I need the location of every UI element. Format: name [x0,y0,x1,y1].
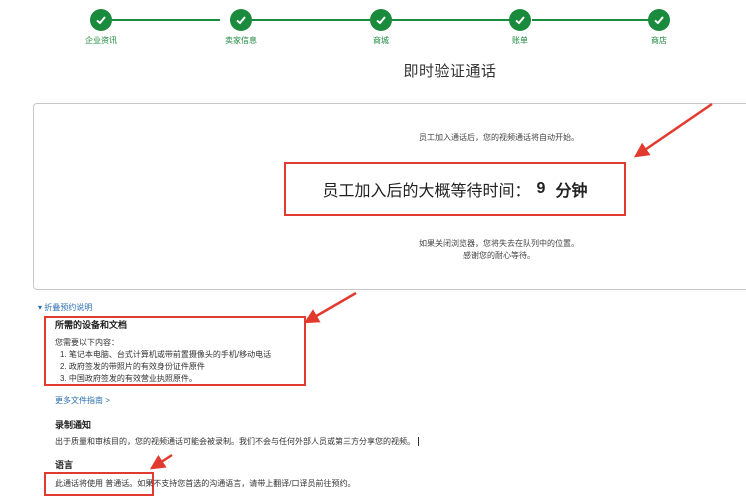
step-label: 企业资讯 [85,36,117,45]
more-docs-link[interactable]: 更多文件指南 > [55,395,110,406]
language-title: 语言 [55,460,74,470]
requirements-title: 所需的设备和文档 [55,320,128,330]
step-marketplace: 商城 [341,9,421,46]
requirement-item: 2. 政府签发的带照片的有效身份证件原件 [60,362,205,371]
call-start-notice: 员工加入通话后，您的视频通话将自动开始。 [419,133,579,142]
step-store: 商店 [619,9,699,46]
step-label: 商店 [651,36,667,45]
recording-text: 出于质量和审核目的，您的视频通话可能会被录制。我们不会与任何外部人员或第三方分享… [55,436,419,447]
collapse-instructions-link[interactable]: ▾ 折叠预约说明 [38,302,92,313]
step-billing: 账单 [480,9,560,46]
check-icon [230,9,252,31]
check-icon [90,9,112,31]
requirement-item: 1. 笔记本电脑、台式计算机或带前置摄像头的手机/移动电话 [60,350,272,359]
queue-status-card: 员工加入通话后，您的视频通话将自动开始。 员工加入后的大概等待时间： 9 分钟 … [33,103,746,290]
close-browser-warning: 如果关闭浏览器，您将失去在队列中的位置。 [419,239,579,248]
check-icon [509,9,531,31]
step-label: 商城 [373,36,389,45]
page-title: 即时验证通话 [403,63,497,80]
progress-stepper: 企业资讯 卖家信息 商城 账单 商店 [0,0,746,50]
recording-title: 录制通知 [55,420,92,430]
check-icon [370,9,392,31]
wait-time-display: 员工加入后的大概等待时间： 9 分钟 [284,162,626,216]
step-label: 卖家信息 [225,36,257,45]
check-icon [648,9,670,31]
step-seller-info: 卖家信息 [201,9,281,46]
step-company-info: 企业资讯 [61,9,141,46]
thanks-note: 感谢您的耐心等待。 [463,251,535,260]
text-cursor [418,437,419,447]
arrow-to-requirements [303,291,357,324]
wait-time-label: 员工加入后的大概等待时间： [322,183,531,200]
arrow-to-language [149,453,173,470]
wait-time-value: 9 [536,180,546,197]
step-label: 账单 [512,36,528,45]
language-text: 此通话将使用 普通话。如果不支持您首选的沟通语言，请带上翻译/口译员前往预约。 [55,479,356,488]
wait-time-unit: 分钟 [555,183,588,200]
requirements-intro: 您需要以下内容： [55,338,119,347]
requirement-item: 3. 中国政府签发的有效营业执照原件。 [60,374,197,383]
